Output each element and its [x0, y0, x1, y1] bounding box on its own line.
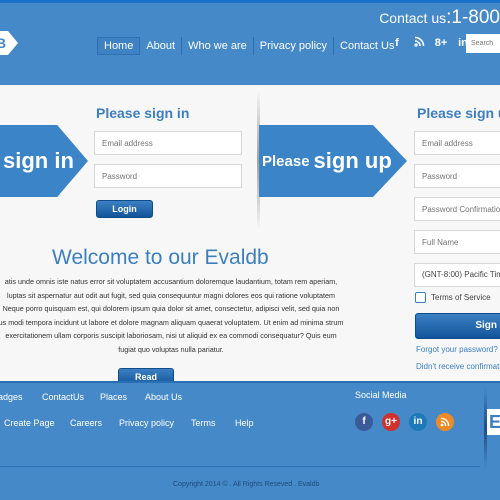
footer-link-terms[interactable]: Terms [191, 418, 235, 428]
linkedin-icon[interactable]: in [409, 413, 427, 431]
nav-home[interactable]: Home [97, 37, 141, 55]
footer-link-contactus[interactable]: ContactUs [42, 392, 100, 402]
social-media-title: Social Media [355, 390, 407, 400]
contact-label: Contact us [379, 10, 447, 26]
google-plus-icon[interactable]: 8+ [430, 36, 452, 51]
nav-about[interactable]: About [140, 37, 181, 55]
facebook-icon[interactable]: f [386, 36, 408, 51]
login-button[interactable]: Login [96, 200, 153, 218]
terms-checkbox[interactable] [415, 292, 426, 303]
rss-icon[interactable] [436, 413, 454, 431]
signup-password-input[interactable] [414, 164, 500, 188]
signup-title: Please sign up [417, 105, 500, 121]
copyright-text: Copyright 2014 © . All Rights Reseved . … [173, 481, 320, 488]
footer-links-row2: Create Page Careers Privacy policy Terms… [4, 418, 254, 428]
timezone-select[interactable]: (GNT-8:00) Pacific Time (US [414, 263, 500, 287]
contact-number: :1-800 [446, 7, 500, 28]
signup-banner: Please sign up [259, 125, 407, 197]
contact-phone: Contact us:1-800 [379, 7, 500, 29]
signin-banner-text: sign in [3, 148, 74, 173]
signin-banner: sign in [0, 125, 88, 197]
footer-link-help[interactable]: Help [235, 418, 254, 428]
main-nav: Home About Who we are Privacy policy Con… [97, 37, 400, 55]
footer-divider [0, 466, 480, 467]
signup-banner-small: Please [262, 152, 310, 170]
footer-link-badges[interactable]: adges [0, 392, 42, 402]
google-plus-icon[interactable]: g+ [382, 413, 400, 431]
footer-link-privacy-policy[interactable]: Privacy policy [119, 418, 191, 428]
rss-icon[interactable] [408, 36, 430, 51]
logo-icon[interactable]: B [0, 31, 18, 55]
signup-email-input[interactable] [414, 131, 500, 155]
signup-password-confirm-input[interactable] [414, 197, 500, 221]
facebook-icon[interactable]: f [355, 413, 373, 431]
footer-link-careers[interactable]: Careers [70, 418, 119, 428]
signup-fullname-input[interactable] [414, 230, 500, 254]
footer: adges ContactUs Places About Us Create P… [0, 381, 500, 500]
nav-who-we-are[interactable]: Who we are [181, 37, 253, 55]
welcome-title: Welcome to our Evaldb [52, 246, 269, 269]
footer-links-row1: adges ContactUs Places About Us [0, 392, 182, 402]
footer-social: f g+ in [355, 413, 454, 431]
svg-text:B: B [0, 35, 6, 51]
footer-link-places[interactable]: Places [100, 392, 145, 402]
signin-title: Please sign in [96, 105, 190, 121]
search-input[interactable] [466, 34, 500, 53]
signin-password-input[interactable] [94, 164, 242, 188]
welcome-paragraph: atis unde omnis iste natus error sit vol… [0, 277, 344, 354]
footer-logo: E [487, 409, 500, 435]
footer-link-create-page[interactable]: Create Page [4, 418, 70, 428]
nav-privacy-policy[interactable]: Privacy policy [252, 37, 333, 55]
signup-button[interactable]: Sign up [415, 313, 500, 339]
header: B Contact us:1-800 Home About Who we are… [0, 0, 500, 85]
resend-confirmation-link[interactable]: Didn't receive confirmation [416, 362, 500, 371]
signin-email-input[interactable] [94, 131, 242, 155]
terms-label: Terms of Service [431, 293, 491, 302]
signup-banner-big: sign up [313, 148, 392, 173]
forgot-password-link[interactable]: Forgot your password? [416, 345, 498, 354]
footer-link-about-us[interactable]: About Us [145, 392, 182, 402]
header-social: f 8+ in [386, 36, 474, 51]
main-content: sign in Please sign in Login Pleasesign … [0, 85, 500, 398]
